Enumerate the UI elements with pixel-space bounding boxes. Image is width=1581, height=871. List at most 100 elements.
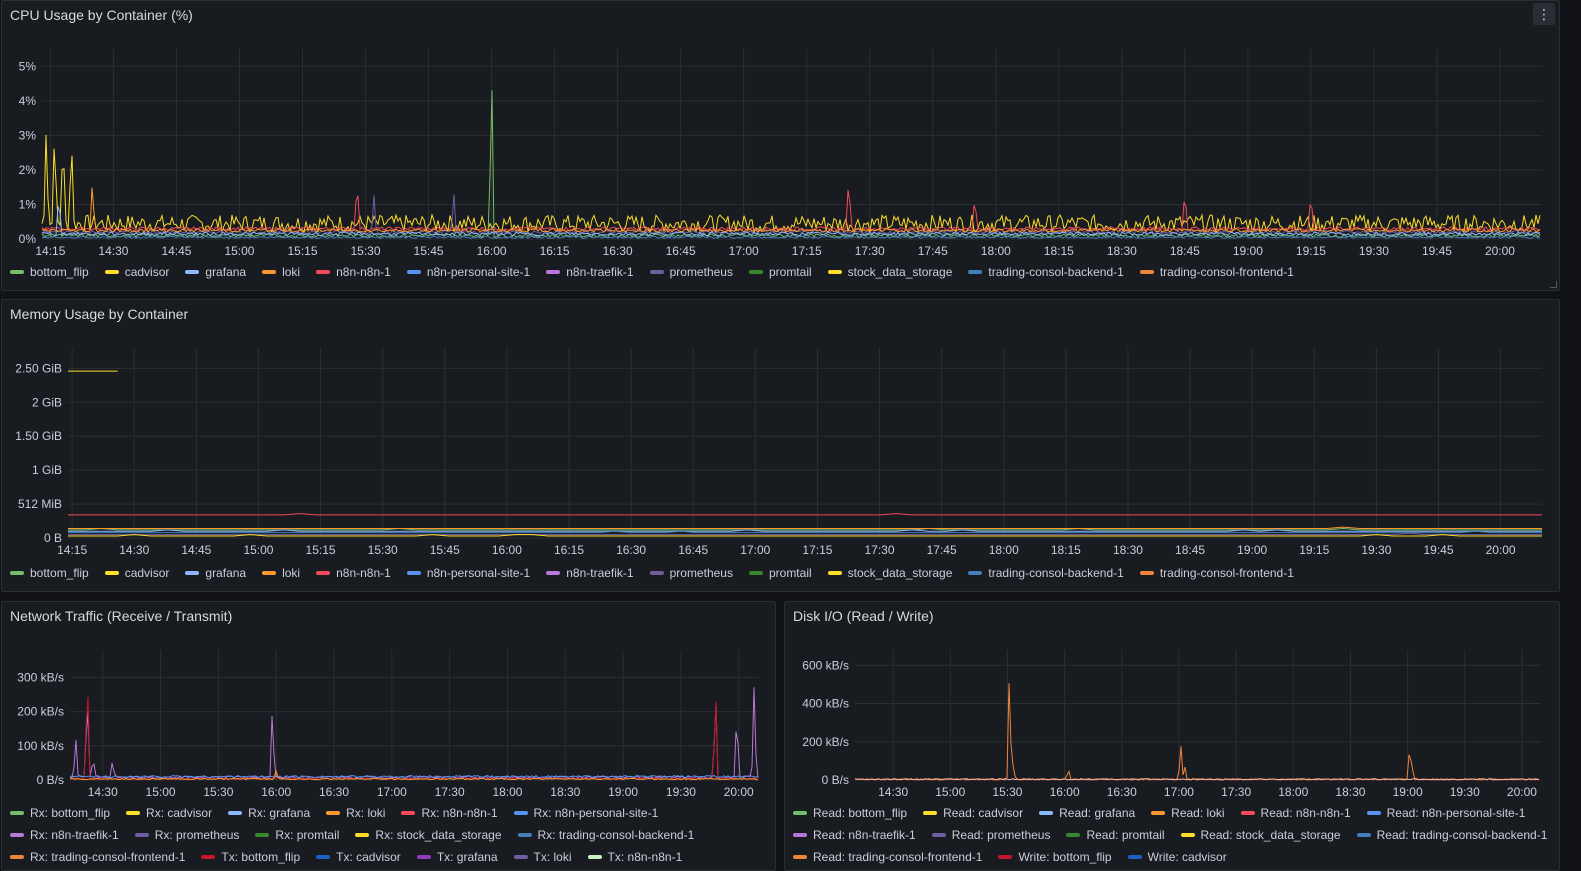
- legend-label: Rx: n8n-traefik-1: [30, 828, 119, 842]
- legend-item[interactable]: Tx: loki: [513, 850, 572, 864]
- legend-item[interactable]: grafana: [185, 566, 246, 580]
- legend-label: loki: [282, 265, 301, 279]
- legend-item[interactable]: Rx: loki: [326, 806, 385, 820]
- legend-label: Read: trading-consol-backend-1: [1376, 828, 1548, 842]
- legend-label: Read: stock_data_storage: [1200, 828, 1341, 842]
- panel-menu-icon[interactable]: ⋮: [1533, 3, 1555, 25]
- legend-swatch-icon: [546, 571, 561, 575]
- x-tick-label: 15:45: [430, 543, 460, 557]
- legend-item[interactable]: Rx: n8n-n8n-1: [401, 806, 498, 820]
- legend-item[interactable]: bottom_flip: [10, 566, 89, 580]
- legend-label: Rx: cadvisor: [146, 806, 213, 820]
- legend-item[interactable]: prometheus: [649, 265, 733, 279]
- cpu-panel: CPU Usage by Container (%) ⋮ 0% 1% 2% 3% 4% 5…: [1, 0, 1560, 291]
- y-tick-label: 0%: [19, 232, 37, 246]
- legend-item[interactable]: Read: n8n-traefik-1: [793, 828, 916, 842]
- legend-item[interactable]: Rx: n8n-personal-site-1: [513, 806, 658, 820]
- legend-item[interactable]: n8n-traefik-1: [546, 265, 634, 279]
- legend-item[interactable]: Rx: promtail: [255, 828, 339, 842]
- legend-item[interactable]: trading-consol-frontend-1: [1139, 265, 1294, 279]
- legend-item[interactable]: trading-consol-frontend-1: [1139, 566, 1294, 580]
- legend-item[interactable]: cadvisor: [104, 265, 169, 279]
- panel-title: Network Traffic (Receive / Transmit): [10, 608, 233, 624]
- legend-label: Tx: grafana: [436, 850, 498, 864]
- legend-swatch-icon: [1366, 811, 1381, 815]
- x-tick-label: 14:15: [35, 244, 65, 258]
- x-tick-label: 19:15: [1296, 244, 1326, 258]
- legend-item[interactable]: promtail: [748, 265, 812, 279]
- x-tick-label: 16:15: [554, 543, 584, 557]
- legend-item[interactable]: Tx: grafana: [416, 850, 498, 864]
- legend-item[interactable]: trading-consol-backend-1: [968, 265, 1124, 279]
- disk-chart[interactable]: 0 B/s 200 kB/s 400 kB/s 600 kB/s 14:30 15:00 1…: [785, 642, 1555, 802]
- legend-item[interactable]: Read: prometheus: [931, 828, 1050, 842]
- cpu-chart[interactable]: 0% 1% 2% 3% 4% 5% 14:15 14:30 14:45 15:00 15:15 15:…: [2, 41, 1542, 261]
- legend-item[interactable]: Tx: n8n-n8n-1: [587, 850, 683, 864]
- x-tick-label: 18:45: [1170, 244, 1200, 258]
- legend-item[interactable]: promtail: [748, 566, 812, 580]
- legend-item[interactable]: stock_data_storage: [827, 566, 952, 580]
- legend-item[interactable]: n8n-traefik-1: [546, 566, 634, 580]
- legend-label: cadvisor: [124, 566, 170, 580]
- legend-item[interactable]: Read: n8n-personal-site-1: [1366, 806, 1525, 820]
- legend-item[interactable]: Read: grafana: [1039, 806, 1135, 820]
- network-chart[interactable]: 0 B/s 100 kB/s 200 kB/s 300 kB/s 14:30 15:00 1…: [2, 642, 772, 802]
- legend-item[interactable]: loki: [262, 566, 300, 580]
- legend-item[interactable]: cadvisor: [104, 566, 170, 580]
- legend-label: Tx: n8n-n8n-1: [607, 850, 683, 864]
- legend-item[interactable]: Read: promtail: [1066, 828, 1165, 842]
- legend-item[interactable]: Rx: prometheus: [134, 828, 239, 842]
- x-tick-label: 15:00: [243, 543, 273, 557]
- x-tick-label: 14:15: [57, 543, 87, 557]
- legend-item[interactable]: Write: bottom_flip: [998, 850, 1112, 864]
- legend-swatch-icon: [1356, 833, 1371, 837]
- legend-item[interactable]: Rx: n8n-traefik-1: [10, 828, 119, 842]
- legend-item[interactable]: trading-consol-backend-1: [968, 566, 1124, 580]
- legend-swatch-icon: [827, 571, 842, 575]
- legend-label: trading-consol-backend-1: [988, 265, 1124, 279]
- legend-swatch-icon: [10, 571, 24, 575]
- legend-item[interactable]: prometheus: [649, 566, 733, 580]
- legend-label: loki: [282, 566, 301, 580]
- legend-item[interactable]: Write: cadvisor: [1127, 850, 1227, 864]
- legend-swatch-icon: [228, 811, 243, 815]
- x-tick-label: 19:00: [1233, 244, 1263, 258]
- legend-item[interactable]: Rx: trading-consol-frontend-1: [10, 850, 185, 864]
- series-line: [69, 696, 758, 780]
- legend-swatch-icon: [316, 571, 331, 575]
- x-tick-label: 15:00: [146, 785, 176, 799]
- legend-item[interactable]: loki: [262, 265, 300, 279]
- legend-item[interactable]: Read: trading-consol-backend-1: [1356, 828, 1548, 842]
- legend-item[interactable]: Rx: bottom_flip: [10, 806, 110, 820]
- legend-label: n8n-n8n-1: [336, 265, 391, 279]
- legend-swatch-icon: [10, 270, 24, 274]
- legend-item[interactable]: Read: loki: [1151, 806, 1225, 820]
- x-tick-label: 14:30: [878, 785, 908, 799]
- legend-item[interactable]: bottom_flip: [10, 265, 89, 279]
- legend-item[interactable]: Read: n8n-n8n-1: [1240, 806, 1351, 820]
- legend-item[interactable]: n8n-n8n-1: [316, 566, 391, 580]
- legend-item[interactable]: Rx: grafana: [228, 806, 310, 820]
- legend-item[interactable]: stock_data_storage: [827, 265, 952, 279]
- memory-chart[interactable]: 0 B512 MiB1 GiB1.50 GiB2 GiB2.50 GiB14:1…: [2, 340, 1542, 560]
- legend-item[interactable]: n8n-personal-site-1: [406, 265, 530, 279]
- y-tick-label: 300 kB/s: [17, 670, 64, 684]
- legend-swatch-icon: [185, 571, 200, 575]
- legend-item[interactable]: Read: cadvisor: [923, 806, 1023, 820]
- legend-swatch-icon: [326, 811, 341, 815]
- legend-item[interactable]: Rx: cadvisor: [126, 806, 212, 820]
- legend-swatch-icon: [1066, 833, 1081, 837]
- resize-handle[interactable]: [1550, 281, 1557, 288]
- legend-item[interactable]: Rx: stock_data_storage: [355, 828, 502, 842]
- legend-item[interactable]: Read: trading-consol-frontend-1: [793, 850, 982, 864]
- legend-item[interactable]: Read: bottom_flip: [793, 806, 907, 820]
- x-tick-label: 16:45: [666, 244, 696, 258]
- legend-item[interactable]: Tx: bottom_flip: [201, 850, 300, 864]
- legend-item[interactable]: n8n-n8n-1: [316, 265, 391, 279]
- y-tick-label: 200 kB/s: [802, 735, 849, 749]
- legend-item[interactable]: grafana: [185, 265, 246, 279]
- legend-item[interactable]: Read: stock_data_storage: [1180, 828, 1341, 842]
- legend-item[interactable]: Tx: cadvisor: [316, 850, 401, 864]
- legend-item[interactable]: n8n-personal-site-1: [406, 566, 530, 580]
- legend-item[interactable]: Rx: trading-consol-backend-1: [517, 828, 694, 842]
